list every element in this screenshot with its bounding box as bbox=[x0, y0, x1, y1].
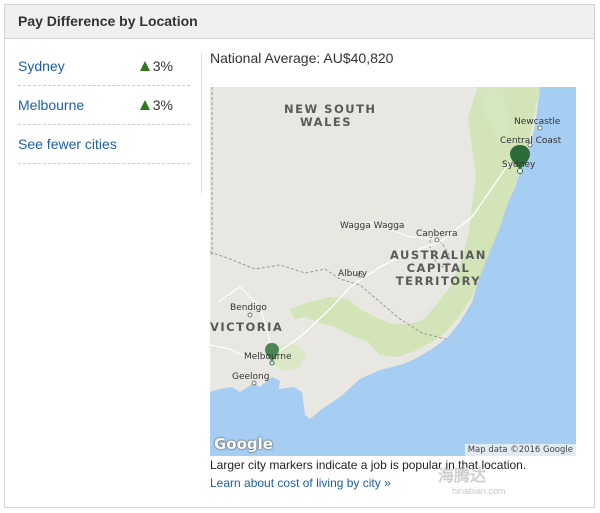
place-label-melbourne: Melbourne bbox=[244, 352, 292, 362]
city-link-melbourne[interactable]: Melbourne bbox=[18, 97, 84, 113]
city-row-melbourne: Melbourne 3% bbox=[18, 86, 190, 125]
see-fewer-cities-link[interactable]: See fewer cities bbox=[18, 136, 117, 152]
location-map[interactable]: NEW SOUTH WALES AUSTRALIAN CAPITAL TERRI… bbox=[210, 87, 576, 456]
pay-change-value: 3% bbox=[152, 58, 173, 74]
city-link-sydney[interactable]: Sydney bbox=[18, 58, 65, 74]
region-label-nsw: NEW SOUTH WALES bbox=[284, 103, 377, 129]
city-dot-bendigo bbox=[247, 312, 253, 318]
map-attribution[interactable]: Map data ©2016 Google bbox=[464, 444, 576, 456]
city-row-sydney: Sydney 3% bbox=[18, 47, 190, 86]
place-label-wagga-wagga: Wagga Wagga bbox=[340, 221, 405, 231]
watermark: 海腾达 bbox=[438, 468, 487, 485]
region-label-line: WALES bbox=[300, 115, 353, 129]
triangle-up-icon bbox=[139, 61, 150, 71]
pay-change-sydney: 3% bbox=[139, 58, 190, 74]
national-average: National Average: AU$40,820 bbox=[210, 50, 394, 66]
place-label-sydney: Sydney bbox=[502, 160, 536, 170]
place-label-albury: Albury bbox=[338, 269, 368, 279]
place-label-bendigo: Bendigo bbox=[230, 303, 267, 313]
place-label-canberra: Canberra bbox=[416, 229, 458, 239]
column-divider bbox=[201, 53, 202, 193]
region-label-act: AUSTRALIAN CAPITAL TERRITORY bbox=[390, 249, 487, 288]
region-label-line: TERRITORY bbox=[395, 274, 482, 288]
place-label-newcastle: Newcastle bbox=[514, 117, 561, 127]
place-label-geelong: Geelong bbox=[232, 372, 270, 382]
city-list: Sydney 3% Melbourne 3% See fewer cities bbox=[18, 47, 190, 164]
place-label-central-coast: Central Coast bbox=[500, 136, 562, 146]
pay-change-value: 3% bbox=[152, 97, 173, 113]
triangle-up-icon bbox=[139, 100, 150, 110]
see-fewer-row: See fewer cities bbox=[18, 125, 190, 164]
cost-of-living-link[interactable]: Learn about cost of living by city » bbox=[210, 476, 391, 490]
watermark-sub: hinabian.com bbox=[452, 486, 506, 496]
google-logo[interactable]: Google bbox=[214, 435, 273, 453]
region-label-victoria: VICTORIA bbox=[210, 320, 284, 334]
panel-title: Pay Difference by Location bbox=[5, 5, 594, 39]
pay-change-melbourne: 3% bbox=[139, 97, 190, 113]
